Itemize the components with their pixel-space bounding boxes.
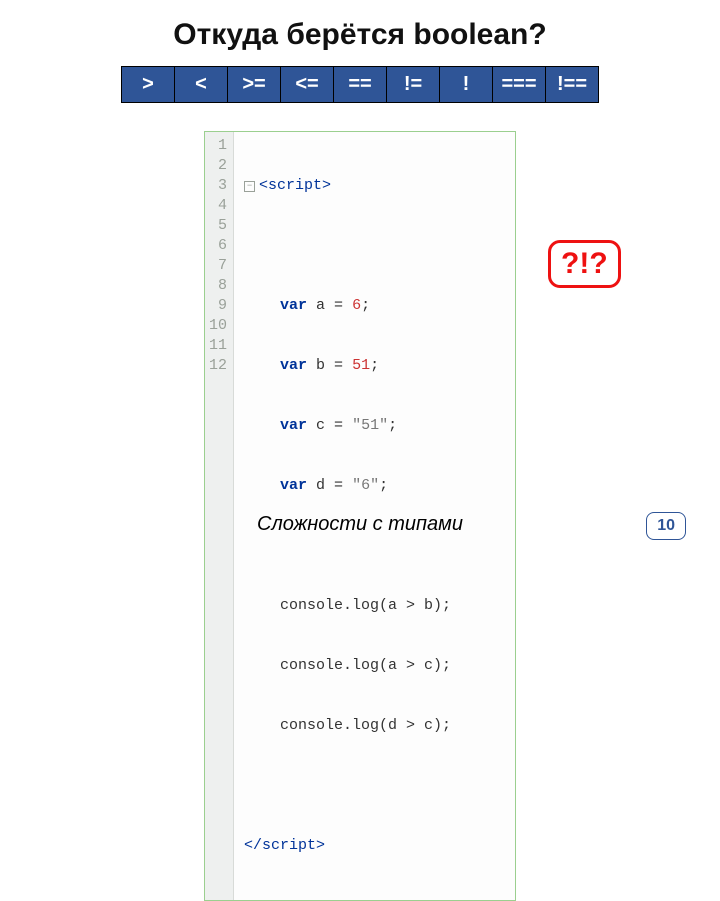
op-le: <= bbox=[280, 66, 334, 103]
page-number-badge: 10 bbox=[646, 512, 686, 540]
footer: Сложности с типами bbox=[0, 513, 720, 536]
fold-icon: − bbox=[244, 181, 255, 192]
op-sneq: !== bbox=[545, 66, 599, 103]
code-line-4: var b = 51; bbox=[244, 356, 451, 376]
op-eq: == bbox=[333, 66, 387, 103]
code-line-9: console.log(a > c); bbox=[244, 656, 451, 676]
footer-caption: Сложности с типами bbox=[257, 513, 463, 535]
op-ge: >= bbox=[227, 66, 281, 103]
op-seq: === bbox=[492, 66, 546, 103]
op-gt: > bbox=[121, 66, 175, 103]
op-not: ! bbox=[439, 66, 493, 103]
operator-row: > < >= <= == != ! === !== bbox=[121, 66, 599, 103]
op-lt: < bbox=[174, 66, 228, 103]
code-line-5: var c = "51"; bbox=[244, 416, 451, 436]
code-line-1: −<script> bbox=[244, 176, 451, 196]
code-line-11 bbox=[244, 776, 451, 796]
code-line-2 bbox=[244, 236, 451, 256]
code-line-3: var a = 6; bbox=[244, 296, 451, 316]
code-line-6: var d = "6"; bbox=[244, 476, 451, 496]
code-line-8: console.log(a > b); bbox=[244, 596, 451, 616]
code-line-7 bbox=[244, 536, 451, 556]
page-title: Откуда берётся boolean? bbox=[0, 18, 720, 52]
confused-bubble: ?!? bbox=[548, 240, 621, 288]
code-line-10: console.log(d > c); bbox=[244, 716, 451, 736]
code-line-12: </script> bbox=[244, 836, 451, 856]
op-neq: != bbox=[386, 66, 440, 103]
